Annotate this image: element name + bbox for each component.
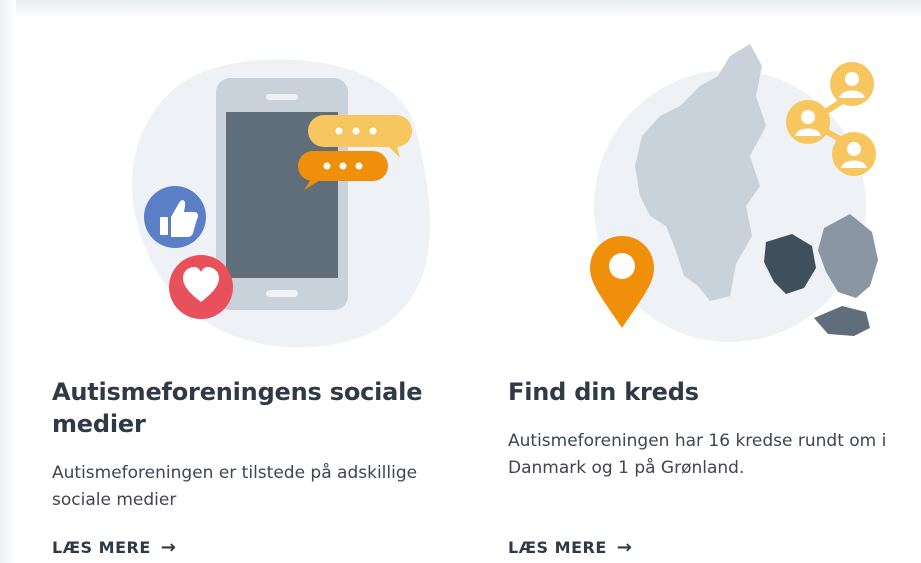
- card-description: Autismeforeningen har 16 kredse rundt om…: [508, 431, 887, 478]
- card-title[interactable]: Find din kreds: [508, 376, 921, 408]
- arrow-right-icon: →: [616, 537, 633, 558]
- read-more-label: LÆS MERE: [52, 538, 151, 557]
- arrow-right-icon: →: [160, 537, 177, 558]
- card-description: Autismeforeningen er tilstede på adskill…: [52, 463, 418, 510]
- card-title[interactable]: Autismeforeningens sociale medier: [52, 376, 482, 440]
- left-shadow: [0, 0, 16, 563]
- read-more-link[interactable]: LÆS MERE →: [508, 537, 632, 558]
- read-more-label: LÆS MERE: [508, 538, 607, 557]
- denmark-map-icon: [590, 44, 878, 342]
- phone-social-icon: [132, 59, 431, 348]
- top-shadow: [0, 0, 921, 18]
- read-more-link[interactable]: LÆS MERE →: [52, 537, 176, 558]
